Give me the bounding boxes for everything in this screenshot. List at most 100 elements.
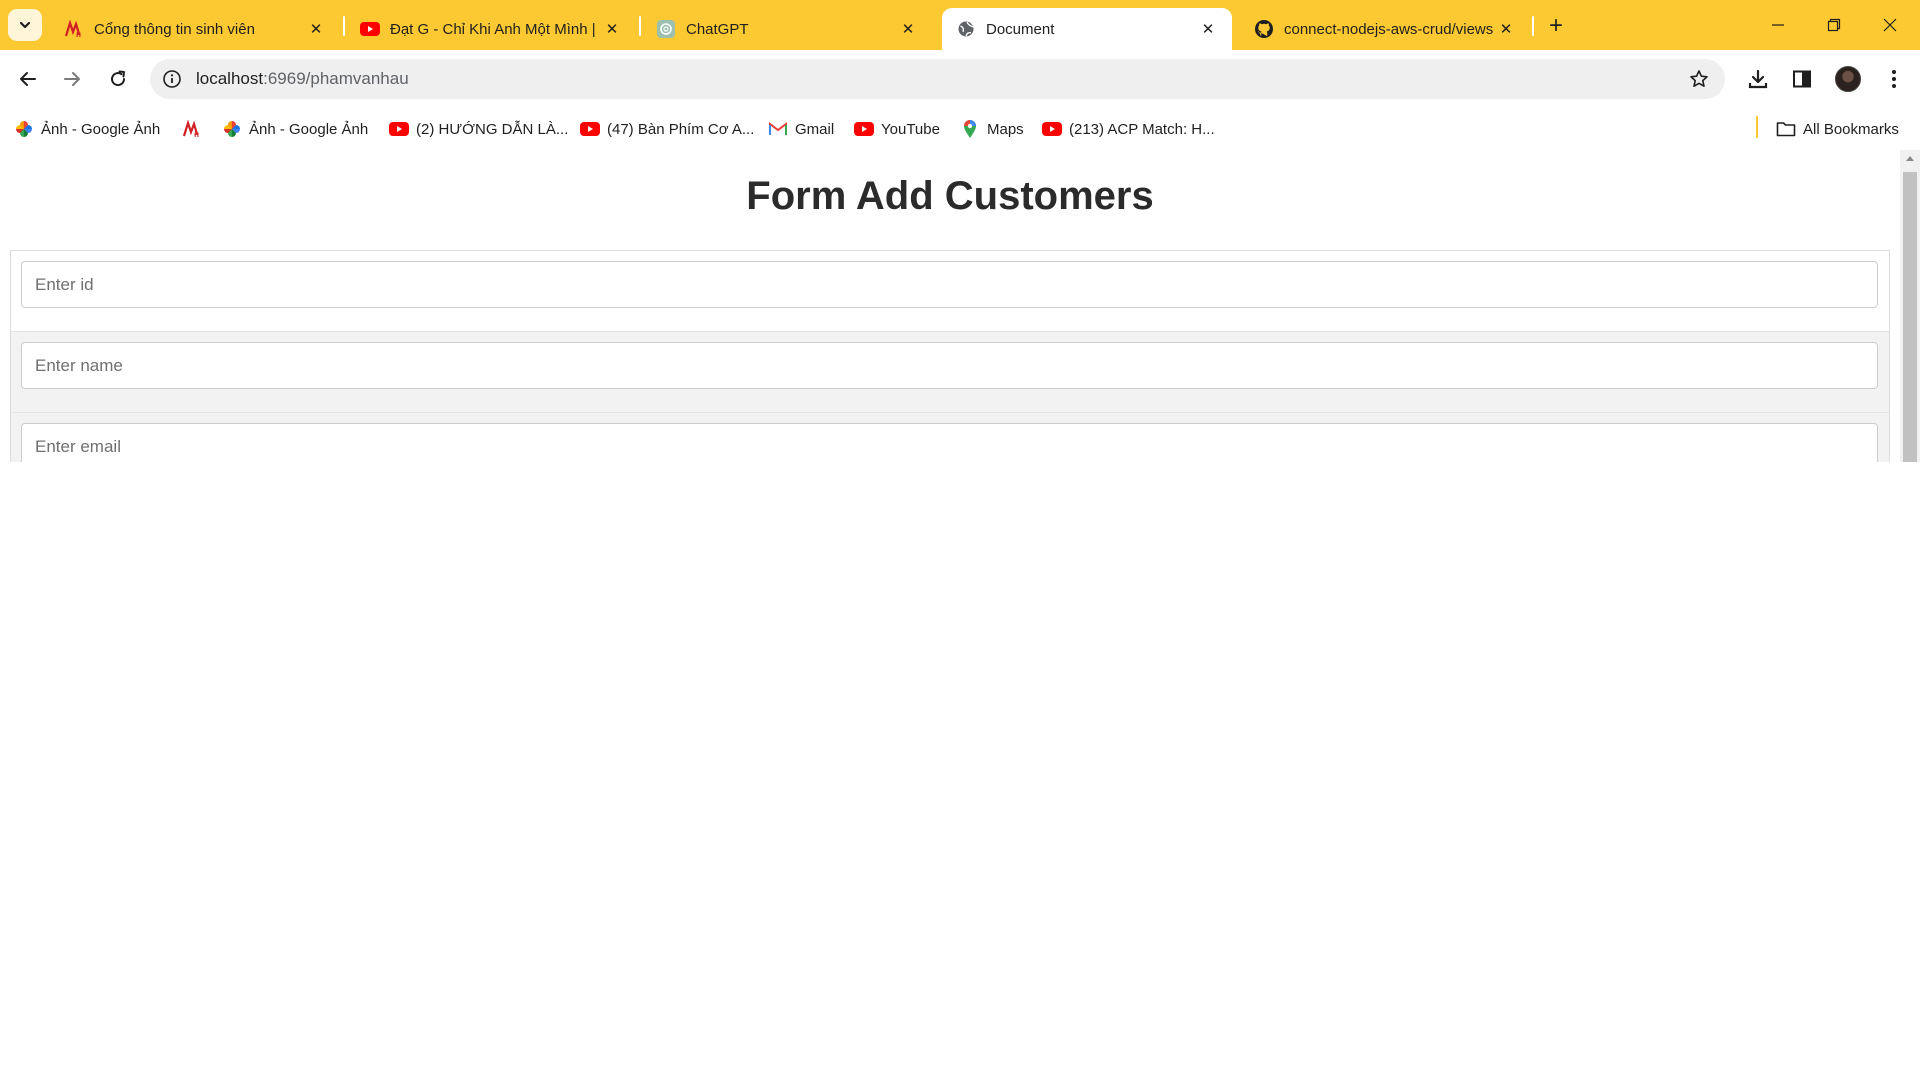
bookmark-label: Ảnh - Google Ảnh	[249, 120, 369, 138]
minimize-icon	[1772, 24, 1784, 26]
page-content: Form Add Customers	[0, 150, 1900, 462]
url-host: localhost	[196, 69, 264, 88]
bookmark-label: (47) Bàn Phím Cơ A...	[607, 120, 755, 138]
download-icon	[1748, 69, 1768, 89]
url-path: :6969/phamvanhau	[263, 69, 409, 88]
maps-icon	[960, 120, 980, 138]
browser-window: H Cổng thông tin sinh viên ✕ Đạt G - Chỉ…	[0, 0, 1920, 1080]
address-bar[interactable]: localhost:6969/phamvanhau	[150, 59, 1725, 99]
tab-github[interactable]: connect-nodejs-aws-crud/views ✕	[1240, 8, 1530, 50]
page-title: Form Add Customers	[746, 174, 1154, 218]
bookmark-huong-dan[interactable]: (2) HƯỚNG DẪN LÀ...	[389, 116, 568, 142]
scroll-up-arrow-icon[interactable]	[1906, 156, 1914, 161]
tab-title: connect-nodejs-aws-crud/views	[1284, 20, 1494, 38]
toolbar: localhost:6969/phamvanhau	[0, 50, 1920, 108]
youtube-icon	[389, 120, 409, 138]
email-input[interactable]	[21, 423, 1878, 462]
bookmarks-bar: Ảnh - Google Ảnh H Ảnh - Google Ảnh (2) …	[0, 108, 1920, 150]
bookmark-ban-phim[interactable]: (47) Bàn Phím Cơ A...	[580, 116, 754, 142]
close-icon[interactable]: ✕	[306, 19, 326, 39]
chatgpt-icon	[656, 19, 676, 39]
github-icon	[1254, 19, 1274, 39]
chevron-down-icon	[19, 21, 31, 29]
side-panel-icon	[1793, 70, 1811, 88]
bookmark-label: (213) ACP Match: H...	[1069, 120, 1215, 138]
haui-logo-icon: H	[64, 19, 84, 39]
bookmarks-divider	[1756, 116, 1758, 138]
customer-form	[10, 250, 1890, 462]
folder-icon	[1776, 120, 1796, 138]
arrow-left-icon	[20, 72, 36, 86]
youtube-icon	[360, 19, 380, 39]
all-bookmarks-button[interactable]: All Bookmarks	[1776, 116, 1899, 142]
youtube-icon	[580, 120, 600, 138]
bookmark-maps[interactable]: Maps	[960, 116, 1024, 142]
restore-icon	[1827, 18, 1841, 32]
tab-strip: H Cổng thông tin sinh viên ✕ Đạt G - Chỉ…	[0, 0, 1920, 50]
tab-title: Document	[986, 20, 1055, 38]
youtube-icon	[854, 120, 874, 138]
downloads-button[interactable]	[1738, 59, 1778, 99]
tab-search-button[interactable]	[8, 9, 42, 41]
close-icon[interactable]: ✕	[898, 19, 918, 39]
google-photos-icon	[222, 120, 242, 138]
haui-logo-icon: H	[182, 120, 202, 138]
globe-icon	[956, 19, 976, 39]
all-bookmarks-label: All Bookmarks	[1803, 120, 1899, 138]
bookmark-label: Gmail	[795, 120, 835, 138]
tab-title: Cổng thông tin sinh viên	[94, 20, 255, 38]
tab-cong-thong-tin[interactable]: H Cổng thông tin sinh viên ✕	[50, 8, 340, 50]
bookmark-youtube[interactable]: YouTube	[854, 116, 940, 142]
plus-icon: +	[1548, 12, 1563, 39]
youtube-icon	[1042, 120, 1062, 138]
page-scrollbar[interactable]	[1900, 150, 1920, 462]
menu-button[interactable]	[1874, 59, 1914, 99]
tab-separator	[639, 16, 641, 36]
close-icon[interactable]: ✕	[1496, 19, 1516, 39]
bookmark-label: Maps	[987, 120, 1024, 138]
google-photos-icon	[14, 120, 34, 138]
forward-button[interactable]	[52, 59, 92, 99]
tab-separator	[1532, 16, 1534, 36]
gmail-icon	[768, 120, 788, 138]
site-info-icon[interactable]	[160, 67, 184, 91]
window-close-button[interactable]	[1862, 0, 1918, 50]
close-icon[interactable]: ✕	[602, 19, 622, 39]
side-panel-button[interactable]	[1782, 59, 1822, 99]
url-text[interactable]: localhost:6969/phamvanhau	[196, 69, 409, 89]
blank-area	[0, 462, 1920, 1080]
scroll-thumb[interactable]	[1903, 172, 1917, 462]
avatar	[1835, 66, 1861, 92]
bookmark-star-icon[interactable]	[1687, 67, 1711, 91]
close-icon	[1883, 18, 1897, 32]
bookmark-google-photos[interactable]: Ảnh - Google Ảnh	[222, 116, 368, 142]
reload-button[interactable]	[98, 59, 138, 99]
bookmark-acp-match[interactable]: (213) ACP Match: H...	[1042, 116, 1215, 142]
reload-icon	[111, 70, 126, 87]
kebab-menu-icon	[1892, 70, 1896, 88]
bookmark-label: (2) HƯỚNG DẪN LÀ...	[416, 120, 569, 138]
close-icon[interactable]: ✕	[1198, 19, 1218, 39]
back-button[interactable]	[8, 59, 48, 99]
bookmark-label: Ảnh - Google Ảnh	[41, 120, 161, 138]
tab-title: ChatGPT	[686, 20, 749, 38]
form-row-id	[11, 251, 1889, 332]
tab-document[interactable]: Document ✕	[942, 8, 1232, 50]
bookmark-label: YouTube	[881, 120, 940, 138]
form-row-email	[11, 413, 1889, 462]
profile-button[interactable]	[1828, 59, 1868, 99]
bookmark-gmail[interactable]: Gmail	[768, 116, 834, 142]
id-input[interactable]	[21, 261, 1878, 308]
svg-text:H: H	[194, 132, 199, 138]
minimize-button[interactable]	[1750, 0, 1806, 50]
arrow-right-icon	[64, 72, 80, 86]
tab-chatgpt[interactable]: ChatGPT ✕	[642, 8, 932, 50]
restore-button[interactable]	[1806, 0, 1862, 50]
new-tab-button[interactable]: +	[1542, 12, 1570, 40]
name-input[interactable]	[21, 342, 1878, 389]
tab-title: Đạt G - Chỉ Khi Anh Một Mình |	[390, 20, 596, 38]
tab-separator	[343, 16, 345, 36]
bookmark-google-photos[interactable]: Ảnh - Google Ảnh	[14, 116, 160, 142]
bookmark-haui[interactable]: H	[182, 116, 209, 142]
tab-dat-g[interactable]: Đạt G - Chỉ Khi Anh Một Mình | ✕	[346, 8, 636, 50]
